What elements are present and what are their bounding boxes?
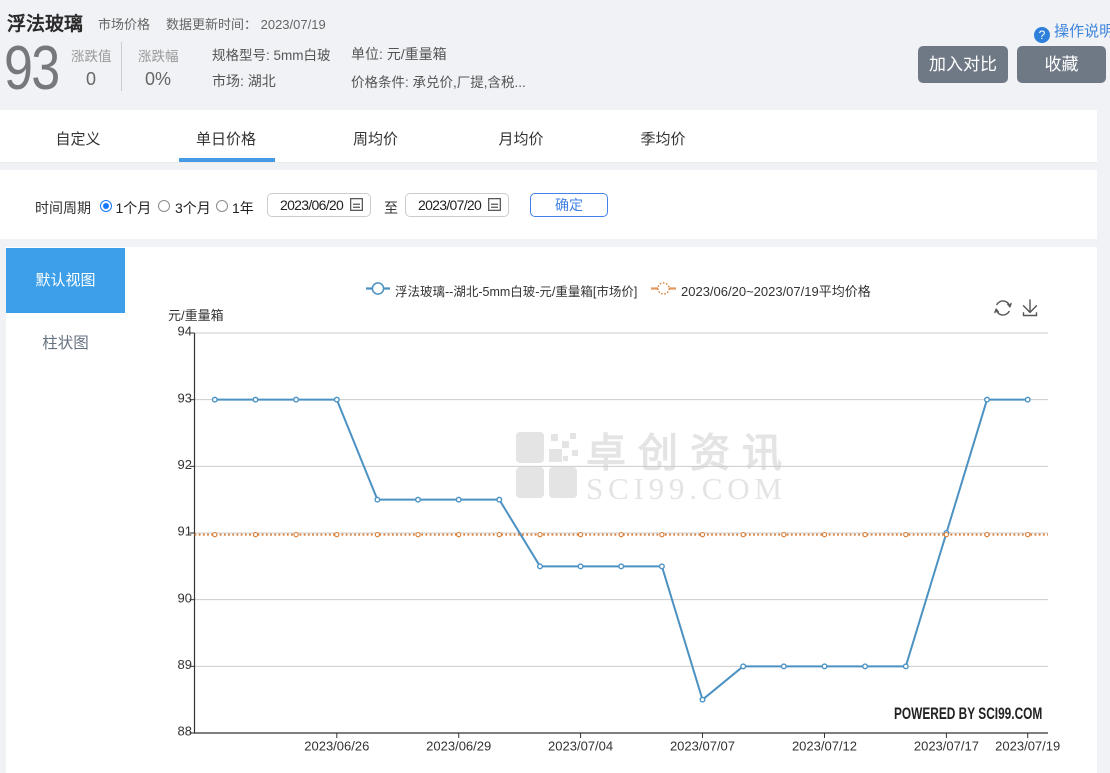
svg-text:92: 92 [178,457,192,472]
svg-text:2023/06/26: 2023/06/26 [304,739,369,754]
svg-text:89: 89 [178,657,192,672]
svg-text:卓创资讯: 卓创资讯 [586,432,782,476]
svg-text:2023/07/04: 2023/07/04 [548,739,613,754]
svg-text:2023/07/17: 2023/07/17 [914,739,979,754]
svg-text:93: 93 [178,390,192,405]
svg-text:90: 90 [178,590,192,605]
svg-text:2023/06/29: 2023/06/29 [426,739,491,754]
svg-text:2023/07/12: 2023/07/12 [792,739,857,754]
svg-text:2023/07/07: 2023/07/07 [670,739,735,754]
svg-text:94: 94 [178,324,192,339]
svg-text:88: 88 [178,724,192,739]
svg-text:2023/07/19: 2023/07/19 [995,739,1060,754]
svg-text:91: 91 [178,524,192,539]
svg-text:SCI99.COM: SCI99.COM [586,471,782,506]
